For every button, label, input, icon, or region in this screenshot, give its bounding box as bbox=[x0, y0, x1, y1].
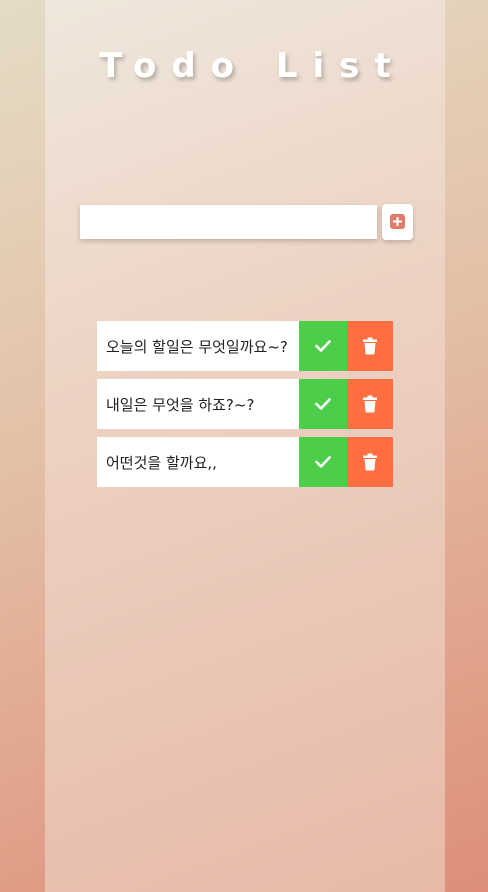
todo-item: 내일은 무엇을 하죠?~? bbox=[97, 379, 393, 429]
todo-input[interactable] bbox=[80, 205, 377, 239]
todo-item-text: 내일은 무엇을 하죠?~? bbox=[106, 396, 255, 414]
todo-item-text: 오늘의 할일은 무엇일까요~? bbox=[106, 338, 288, 356]
complete-button[interactable] bbox=[299, 321, 347, 371]
trash-icon bbox=[363, 453, 377, 471]
check-icon bbox=[315, 456, 331, 468]
todo-item-text: 어떤것을 할까요,, bbox=[106, 454, 217, 472]
check-icon bbox=[315, 398, 331, 410]
delete-button[interactable] bbox=[347, 379, 393, 429]
check-icon bbox=[315, 340, 331, 352]
complete-button[interactable] bbox=[299, 437, 347, 487]
add-button[interactable] bbox=[382, 204, 413, 240]
todo-item: 어떤것을 할까요,, bbox=[97, 437, 393, 487]
delete-button[interactable] bbox=[347, 437, 393, 487]
plus-square-icon bbox=[390, 214, 405, 229]
todo-item: 오늘의 할일은 무엇일까요~? bbox=[97, 321, 393, 371]
todo-list: 오늘의 할일은 무엇일까요~? 내일은 무엇을 하죠?~? 어떤것을 할까요,, bbox=[97, 321, 393, 495]
page-title: Todo List bbox=[99, 46, 406, 86]
app-container: Todo List 오늘의 할일은 무엇일까요~? 내일은 무엇을 하죠?~? … bbox=[45, 0, 445, 892]
trash-icon bbox=[363, 337, 377, 355]
delete-button[interactable] bbox=[347, 321, 393, 371]
complete-button[interactable] bbox=[299, 379, 347, 429]
trash-icon bbox=[363, 395, 377, 413]
